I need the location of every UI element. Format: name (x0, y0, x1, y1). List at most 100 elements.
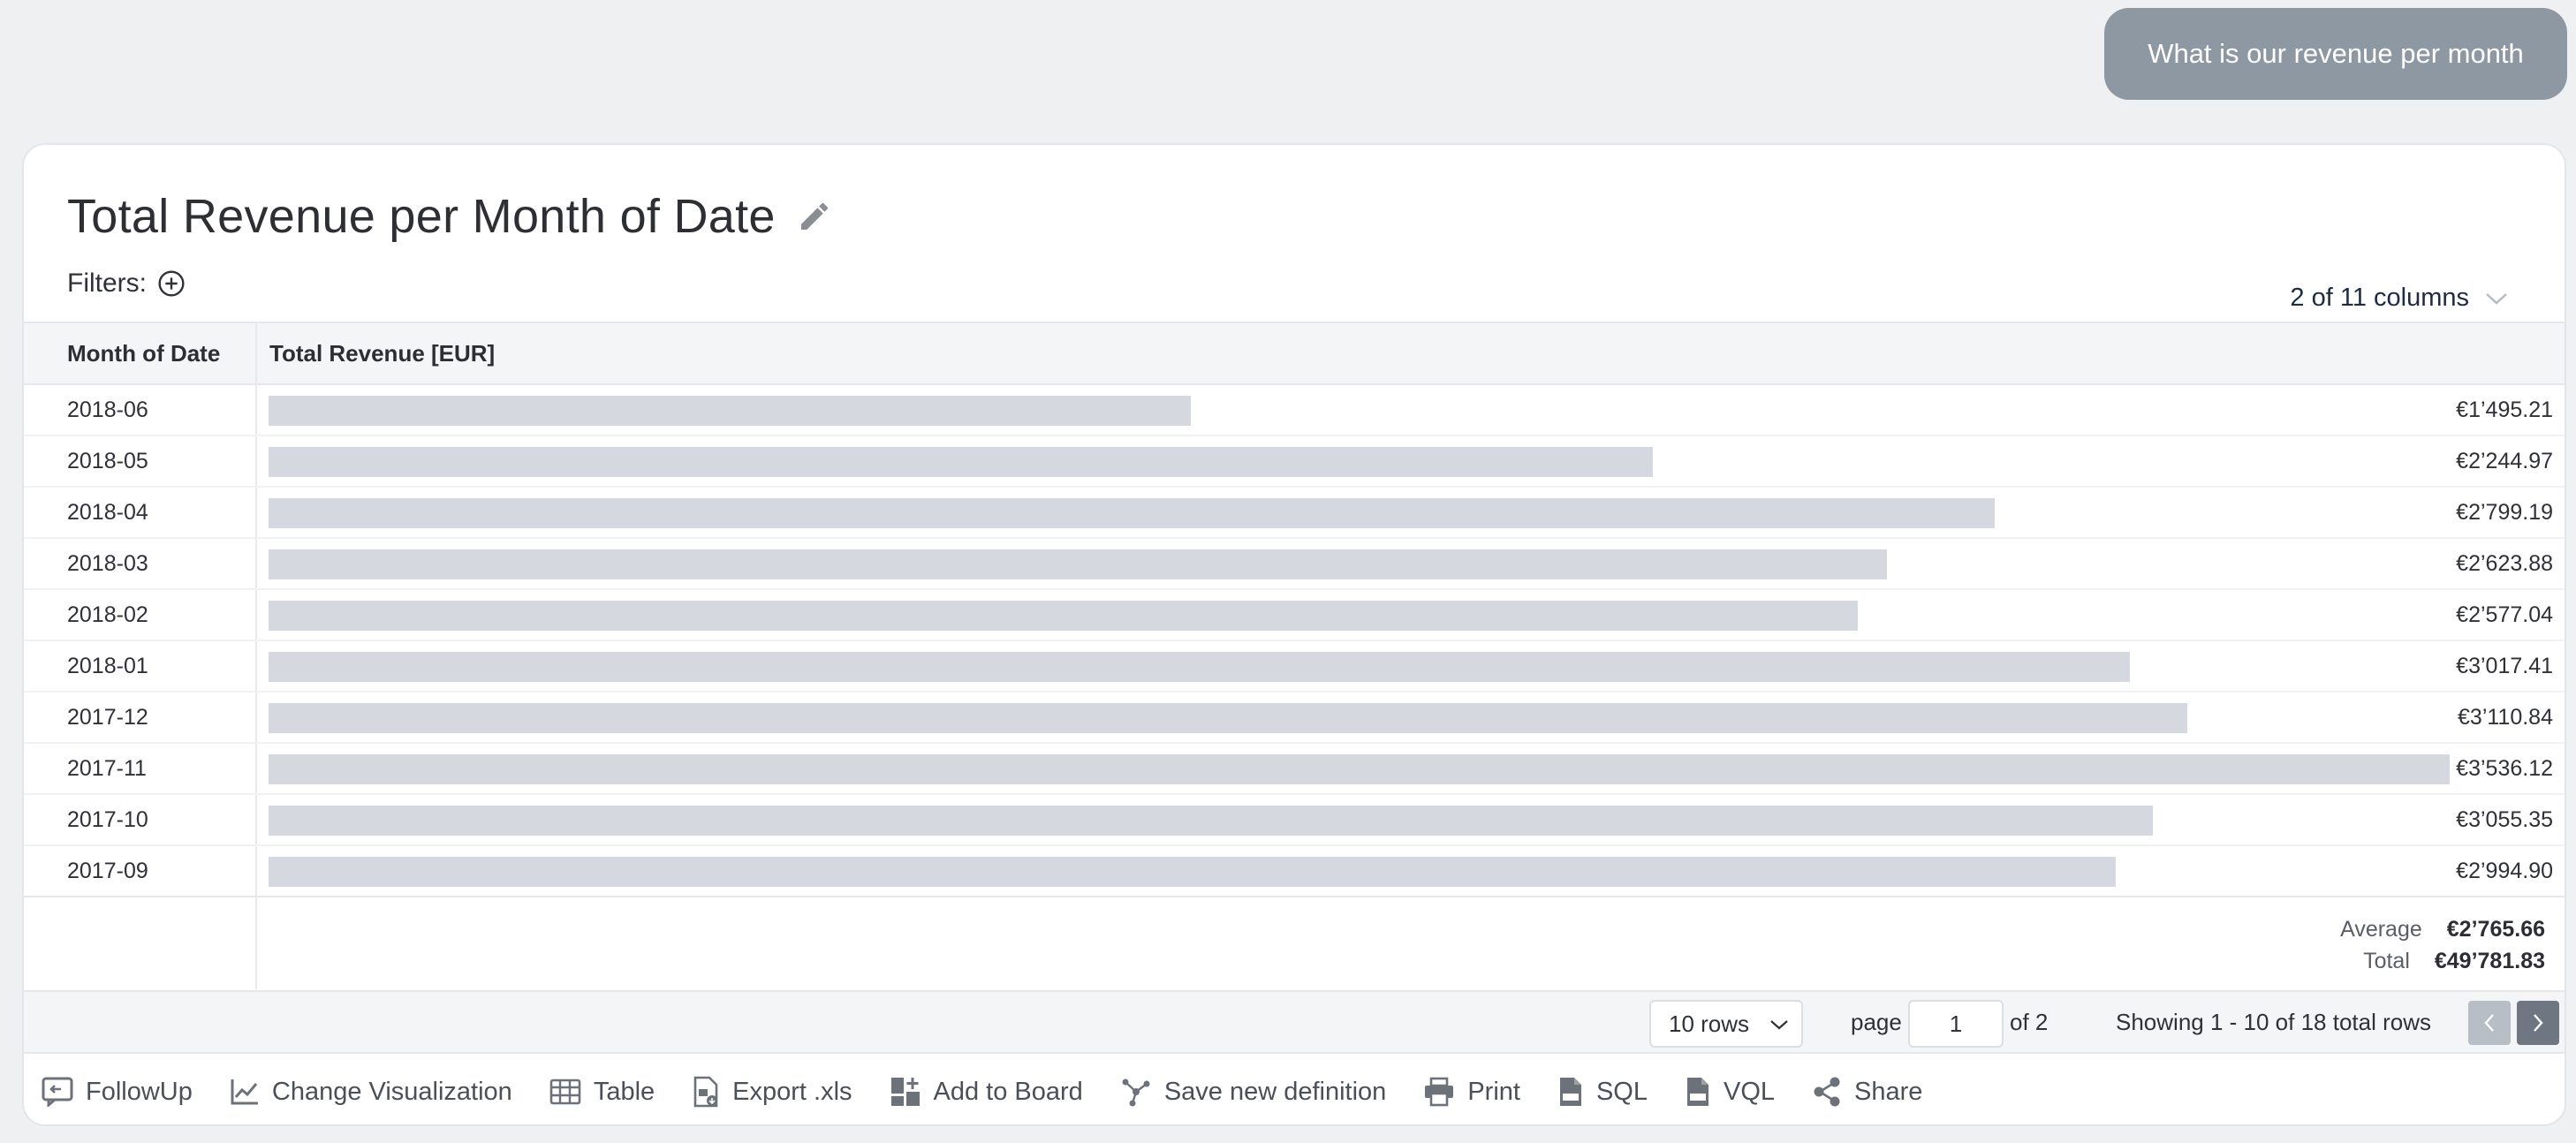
month-cell: 2018-03 (67, 551, 148, 576)
table-header: Month of Date Total Revenue [EUR] (24, 322, 2565, 385)
add-filter-plus-icon[interactable] (157, 269, 186, 298)
sql-button[interactable]: SQL (1557, 1076, 1648, 1108)
revenue-value-cell: €3’055.35 (2456, 807, 2553, 832)
action-toolbar: FollowUp Change Visualization Table Expo… (24, 1056, 2565, 1124)
nodes-icon (1122, 1079, 1150, 1107)
revenue-value-cell: €2’799.19 (2456, 500, 2553, 525)
table-icon (549, 1079, 581, 1105)
total-row: Total €49’781.83 (2340, 945, 2545, 977)
vql-button[interactable]: VQL (1685, 1076, 1775, 1108)
chevron-down-icon (2486, 292, 2507, 305)
rows-per-page-value: 10 rows (1669, 1010, 1750, 1037)
followup-icon (42, 1077, 73, 1107)
table-row: 2017-11 €3’536.12 (24, 744, 2565, 795)
user-query-bubble: What is our revenue per month (2104, 8, 2567, 100)
revenue-value-cell: €2’244.97 (2456, 449, 2553, 473)
total-value: €49’781.83 (2434, 949, 2545, 973)
revenue-bar (269, 601, 1858, 631)
revenue-value-cell: €3’110.84 (2458, 705, 2553, 730)
table-body: 2018-06 €1’495.21 2018-05 €2’244.97 2018-04 €… (24, 385, 2565, 897)
table-row: 2018-04 €2’799.19 (24, 488, 2565, 539)
vql-label: VQL (1723, 1077, 1776, 1106)
page-count-label: of 2 (2010, 1009, 2049, 1035)
columns-selector-label: 2 of 11 columns (2290, 284, 2469, 312)
page-title: Total Revenue per Month of Date (67, 190, 776, 243)
page-number-input[interactable] (1908, 1000, 2004, 1048)
edit-pencil-icon[interactable] (797, 199, 832, 234)
chevron-right-icon (2534, 1014, 2543, 1032)
revenue-bar (269, 703, 2187, 733)
result-card: Total Revenue per Month of Date Filters:… (22, 143, 2566, 1126)
month-cell: 2018-06 (67, 397, 148, 422)
chevron-down-icon (1770, 1020, 1788, 1030)
page-label: page (1851, 1009, 1902, 1035)
title-row: Total Revenue per Month of Date (67, 189, 832, 244)
share-label: Share (1854, 1077, 1923, 1106)
month-cell: 2018-05 (67, 449, 148, 473)
month-cell: 2017-12 (67, 705, 148, 730)
sql-label: SQL (1595, 1077, 1648, 1106)
save-definition-button[interactable]: Save new definition (1120, 1077, 1387, 1107)
average-label: Average (2340, 917, 2422, 942)
column-header-month[interactable]: Month of Date (67, 340, 220, 367)
month-cell: 2018-01 (67, 654, 148, 678)
revenue-value-cell: €2’623.88 (2456, 551, 2553, 576)
table-row: 2018-02 €2’577.04 (24, 590, 2565, 641)
table-view-button[interactable]: Table (549, 1078, 655, 1107)
followup-label: FollowUp (86, 1077, 193, 1106)
month-cell: 2018-02 (67, 602, 148, 627)
table-row: 2017-10 €3’055.35 (24, 795, 2565, 846)
print-label: Print (1467, 1077, 1520, 1106)
filters-row: Filters: (67, 269, 186, 299)
table-view-label: Table (593, 1077, 655, 1106)
columns-selector[interactable]: 2 of 11 columns (2290, 284, 2508, 313)
printer-icon (1425, 1077, 1454, 1107)
average-value: €2’765.66 (2446, 917, 2545, 942)
month-cell: 2017-11 (67, 756, 147, 781)
revenue-bar (269, 498, 1995, 528)
export-file-icon (693, 1076, 718, 1108)
revenue-value-cell: €2’577.04 (2456, 602, 2553, 627)
export-xls-label: Export .xls (732, 1077, 852, 1106)
showing-rows-label: Showing 1 - 10 of 18 total rows (2116, 1009, 2431, 1035)
revenue-value-cell: €3’536.12 (2456, 756, 2553, 781)
vql-file-icon (1686, 1078, 1708, 1106)
revenue-bar (269, 652, 2130, 682)
share-button[interactable]: Share (1812, 1077, 1922, 1107)
followup-button[interactable]: FollowUp (42, 1077, 193, 1107)
line-chart-icon (231, 1079, 258, 1105)
sql-file-icon (1559, 1078, 1581, 1106)
change-visualization-label: Change Visualization (271, 1077, 512, 1106)
chevron-left-icon (2484, 1014, 2494, 1032)
table-row: 2017-12 €3’110.84 (24, 693, 2565, 744)
add-to-board-label: Add to Board (933, 1077, 1083, 1106)
table-summary: Average €2’765.66 Total €49’781.83 (2340, 913, 2545, 977)
revenue-bar (269, 754, 2450, 784)
filters-label: Filters: (67, 269, 147, 298)
add-to-board-button[interactable]: Add to Board (890, 1076, 1083, 1108)
pagination-bar: 10 rows page of 2 Showing 1 - 10 of 18 t… (24, 990, 2565, 1054)
revenue-bar (269, 549, 1887, 579)
total-label: Total (2363, 949, 2410, 973)
print-button[interactable]: Print (1423, 1077, 1520, 1107)
month-cell: 2017-09 (67, 859, 148, 883)
revenue-bar (269, 857, 2116, 887)
table-row: 2018-06 €1’495.21 (24, 385, 2565, 436)
revenue-value-cell: €2’994.90 (2456, 859, 2553, 883)
table-row: 2017-09 €2’994.90 (24, 846, 2565, 897)
revenue-bar (269, 447, 1653, 477)
month-cell: 2018-04 (67, 500, 148, 525)
share-icon (1814, 1077, 1840, 1107)
month-cell: 2017-10 (67, 807, 148, 832)
previous-page-button[interactable] (2468, 1001, 2511, 1045)
average-row: Average €2’765.66 (2340, 913, 2545, 945)
save-definition-label: Save new definition (1163, 1077, 1387, 1106)
revenue-bar (269, 396, 1191, 426)
change-visualization-button[interactable]: Change Visualization (230, 1078, 512, 1107)
revenue-bar (269, 806, 2153, 836)
column-header-revenue[interactable]: Total Revenue [EUR] (269, 340, 495, 367)
rows-per-page-select[interactable]: 10 rows (1649, 1000, 1803, 1048)
table-row: 2018-01 €3’017.41 (24, 641, 2565, 693)
next-page-button[interactable] (2517, 1001, 2559, 1045)
export-xls-button[interactable]: Export .xls (692, 1076, 852, 1108)
